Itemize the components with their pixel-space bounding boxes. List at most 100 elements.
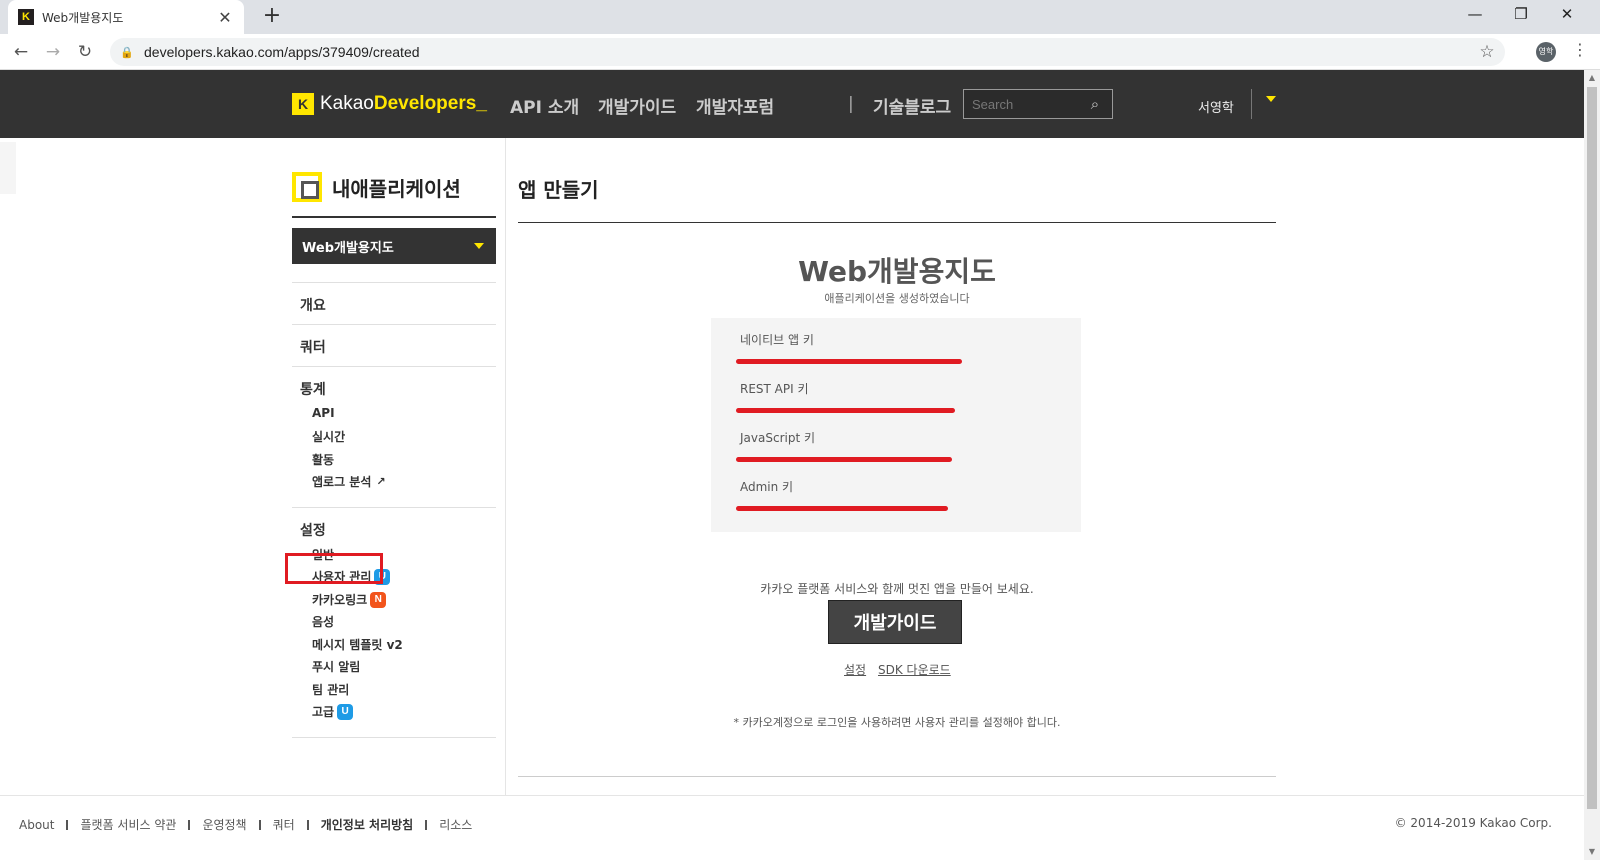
page-title: 앱 만들기 [518,178,599,202]
app-keys-panel: 네이티브 앱 키 REST API 키 JavaScript 키 Admin 키 [711,318,1081,532]
browser-tab[interactable]: K Web개발용지도 ✕ [8,0,244,34]
content-bottom-rule [518,776,1276,777]
lnb-stats-activity[interactable]: 활동 [312,451,334,468]
new-tab-icon[interactable]: + [260,4,284,28]
nav-tech-blog[interactable]: 기술블로그 [873,93,951,118]
native-app-key-value[interactable] [736,356,962,367]
page-viewport: K Kakao Developers_ API 소개 개발가이드 개발자포럼 |… [0,70,1584,860]
footer-separator [66,819,69,830]
dropdown-caret-icon [474,243,484,249]
search-box: ⌕ [963,89,1113,119]
footer-link-policy[interactable]: 운영정책 [202,816,246,833]
redaction-mark [736,359,962,364]
nav-dev-forum[interactable]: 개발자포럼 [696,93,774,118]
lnb-stats-applog[interactable]: 앱로그 분석 ↗ [312,473,386,490]
footer-link-terms[interactable]: 플랫폼 서비스 약관 [80,816,176,833]
scroll-up-arrow-icon[interactable]: ▲ [1584,70,1600,86]
vertical-scrollbar[interactable]: ▲ ▼ [1584,70,1600,860]
javascript-key-value[interactable] [736,454,962,465]
divider [292,282,496,283]
nav-separator: | [848,94,854,114]
lnb-settings-advanced[interactable]: 고급 U [312,703,354,720]
footer-separator [425,819,428,830]
search-input[interactable] [964,96,1082,112]
logo-text-developers: Developers_ [373,93,487,114]
logo-text-kakao: Kakao [320,93,374,114]
address-bar[interactable]: 🔒 developers.kakao.com/apps/379409/creat… [110,38,1505,66]
user-name[interactable]: 서영학 [1198,97,1234,116]
rest-api-key-label: REST API 키 [740,382,809,396]
settings-link[interactable]: 설정 [844,661,866,678]
footer-separator [188,819,191,830]
back-icon[interactable]: ← [8,39,34,65]
lnb-settings-team[interactable]: 팀 관리 [312,681,349,698]
title-rule [518,222,1276,223]
minimize-icon[interactable]: — [1452,0,1498,30]
footer-link-resources[interactable]: 리소스 [439,816,472,833]
global-nav: K Kakao Developers_ API 소개 개발가이드 개발자포럼 |… [0,70,1584,138]
login-note: * 카카오계정으로 로그인을 사용하려면 사용자 관리를 설정해야 합니다. [733,716,1061,729]
footer: About 플랫폼 서비스 약관 운영정책 쿼터 개인정보 처리방침 리소스 ©… [0,795,1584,860]
selected-app-name: Web개발용지도 [302,240,394,256]
admin-key-label: Admin 키 [740,480,794,494]
nav-api-intro[interactable]: API 소개 [510,93,579,118]
lnb-title: 내애플리케이션 [292,172,461,202]
footer-separator [306,819,309,830]
scroll-down-arrow-icon[interactable]: ▼ [1584,844,1600,860]
external-link-icon: ↗ [376,475,386,488]
lnb-settings-kakaolink[interactable]: 카카오링크 N [312,591,387,608]
tab-title: Web개발용지도 [42,10,124,25]
lnb-stats-realtime[interactable]: 실시간 [312,428,345,445]
rest-api-key-value[interactable] [736,405,962,416]
user-divider [1251,89,1252,119]
lnb-title-text: 내애플리케이션 [332,176,461,201]
admin-key-value[interactable] [736,503,962,514]
footer-link-privacy[interactable]: 개인정보 처리방침 [321,816,414,833]
lnb-quota[interactable]: 쿼터 [300,337,326,357]
redaction-mark [736,457,952,462]
app-selector[interactable]: Web개발용지도 [292,228,496,264]
lnb-settings-heading: 설정 [300,523,326,539]
redaction-mark [736,408,955,413]
divider [292,737,496,738]
lnb-title-rule [292,216,496,218]
lnb-stats-heading: 통계 [300,382,326,398]
divider [292,366,496,367]
search-icon[interactable]: ⌕ [1082,95,1108,113]
redaction-mark [736,506,948,511]
promo-text: 카카오 플랫폼 서비스와 함께 멋진 앱을 만들어 보세요. [760,582,1034,596]
footer-link-about[interactable]: About [19,818,54,832]
copyright: © 2014-2019 Kakao Corp. [1394,816,1552,830]
dev-guide-button[interactable]: 개발가이드 [828,600,962,644]
lnb-stats-api[interactable]: API [312,406,335,420]
lock-icon[interactable]: 🔒 [120,46,134,59]
app-name-heading: Web개발용지도 [798,255,996,288]
url-text[interactable]: developers.kakao.com/apps/379409/created [144,44,1475,60]
reload-icon[interactable]: ↻ [72,39,98,65]
advanced-label: 고급 [312,705,335,719]
kakao-developers-logo[interactable]: K Kakao Developers_ [292,93,487,115]
javascript-key-label: JavaScript 키 [740,431,816,445]
lnb-settings-message-template[interactable]: 메시지 템플릿 v2 [312,636,403,653]
lnb-overview[interactable]: 개요 [300,295,326,315]
tab-strip: K Web개발용지도 ✕ + — ❐ ✕ [0,0,1600,34]
divider [292,324,496,325]
lnb-settings-push[interactable]: 푸시 알림 [312,658,360,675]
divider [292,507,496,508]
bookmark-star-icon[interactable]: ☆ [1475,42,1499,62]
forward-icon[interactable]: → [40,39,66,65]
kakaolink-label: 카카오링크 [312,593,368,607]
restore-icon[interactable]: ❐ [1498,0,1544,30]
profile-avatar[interactable]: 영학 [1536,42,1556,62]
local-nav: 내애플리케이션 Web개발용지도 개요 쿼터 통계 API 실시간 활동 앱로그… [292,138,506,860]
user-menu-caret-icon[interactable] [1266,96,1276,102]
nav-dev-guide[interactable]: 개발가이드 [598,93,676,118]
close-tab-icon[interactable]: ✕ [216,8,234,27]
scroll-thumb[interactable] [1587,87,1597,809]
sdk-download-link[interactable]: SDK 다운로드 [878,661,951,678]
lnb-settings-voice[interactable]: 음성 [312,613,334,630]
close-window-icon[interactable]: ✕ [1544,0,1590,30]
kebab-menu-icon[interactable]: ⋮ [1572,40,1588,59]
footer-link-quota[interactable]: 쿼터 [273,816,295,833]
native-app-key-label: 네이티브 앱 키 [740,333,814,347]
